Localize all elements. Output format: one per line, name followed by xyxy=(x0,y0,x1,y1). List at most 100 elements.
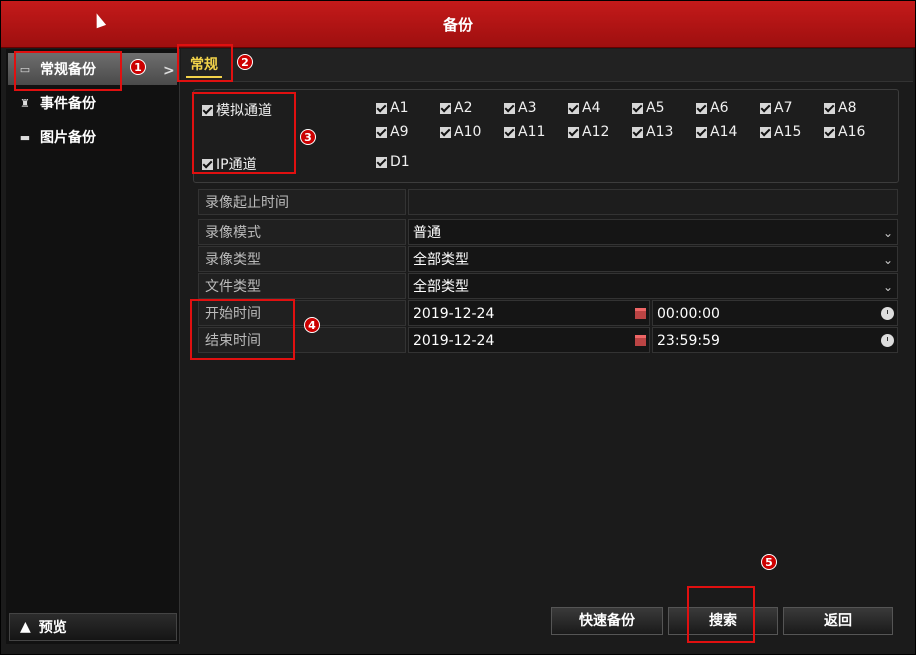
record-type-label: 录像类型 xyxy=(198,246,406,272)
channel-label: A5 xyxy=(646,100,665,116)
channel-checkbox-a7[interactable]: A7 xyxy=(760,100,792,116)
record-mode-value: 普通 xyxy=(413,225,441,241)
checkbox-checked-icon xyxy=(376,126,387,138)
channel-checkbox-a4[interactable]: A4 xyxy=(568,100,600,116)
channel-checkbox-a13[interactable]: A13 xyxy=(632,124,673,140)
channel-label: A4 xyxy=(582,100,601,116)
checkbox-checked-icon xyxy=(568,126,579,138)
preview-label: 预览 xyxy=(38,620,67,636)
end-time-row: 结束时间 2019-12-24 23:59:59 xyxy=(198,327,898,353)
channel-label: A2 xyxy=(454,100,473,116)
checkbox-checked-icon xyxy=(696,126,707,138)
annotation-number-2: 2 xyxy=(237,54,253,70)
calendar-icon[interactable] xyxy=(635,335,646,346)
record-type-value: 全部类型 xyxy=(413,252,469,268)
pin-icon: ♜ xyxy=(20,96,30,110)
channel-label: A16 xyxy=(838,124,866,140)
checkbox-checked-icon xyxy=(696,102,707,114)
file-type-row: 文件类型 全部类型 ⌄ xyxy=(198,273,898,299)
start-date-value: 2019-12-24 xyxy=(413,306,495,322)
channel-checkbox-a8[interactable]: A8 xyxy=(824,100,856,116)
checkbox-checked-icon xyxy=(760,102,771,114)
sidebar-item-picture-backup[interactable]: ▬ 图片备份 xyxy=(8,121,177,153)
annotation-number-4: 4 xyxy=(304,317,320,333)
channel-label: A11 xyxy=(518,124,546,140)
channel-checkbox-a15[interactable]: A15 xyxy=(760,124,801,140)
channel-label: A15 xyxy=(774,124,802,140)
annotation-number-3: 3 xyxy=(300,129,316,145)
channel-label: A14 xyxy=(710,124,738,140)
start-date-field[interactable]: 2019-12-24 xyxy=(408,300,650,326)
chevron-down-icon: ⌄ xyxy=(882,253,893,267)
channel-label: A6 xyxy=(710,100,729,116)
checkbox-checked-icon xyxy=(632,102,643,114)
channel-label: D1 xyxy=(390,154,410,170)
clock-icon[interactable] xyxy=(881,307,894,320)
record-mode-row: 录像模式 普通 ⌄ xyxy=(198,219,898,245)
checkbox-checked-icon xyxy=(440,102,451,114)
start-time-field[interactable]: 00:00:00 xyxy=(652,300,898,326)
checkbox-checked-icon xyxy=(440,126,451,138)
channel-checkbox-a10[interactable]: A10 xyxy=(440,124,481,140)
channel-label: A9 xyxy=(390,124,409,140)
quick-backup-button[interactable]: 快速备份 xyxy=(551,607,663,635)
tab-bar: 常规 xyxy=(181,49,913,82)
channel-checkbox-a14[interactable]: A14 xyxy=(696,124,737,140)
sidebar-item-label: 图片备份 xyxy=(40,130,96,146)
channel-checkbox-a12[interactable]: A12 xyxy=(568,124,609,140)
channel-label: A1 xyxy=(390,100,409,116)
channel-checkbox-a5[interactable]: A5 xyxy=(632,100,664,116)
checkbox-checked-icon xyxy=(632,126,643,138)
channel-checkbox-a6[interactable]: A6 xyxy=(696,100,728,116)
channel-checkbox-a1[interactable]: A1 xyxy=(376,100,408,116)
channel-checkbox-a9[interactable]: A9 xyxy=(376,124,408,140)
record-type-row: 录像类型 全部类型 ⌄ xyxy=(198,246,898,272)
channel-checkbox-a2[interactable]: A2 xyxy=(440,100,472,116)
record-time-field xyxy=(408,189,898,215)
record-time-row: 录像起止时间 xyxy=(198,189,898,215)
calendar-icon[interactable] xyxy=(635,308,646,319)
channel-label: A7 xyxy=(774,100,793,116)
chevron-right-icon: > xyxy=(163,63,175,79)
file-type-label: 文件类型 xyxy=(198,273,406,299)
record-type-select[interactable]: 全部类型 ⌄ xyxy=(408,246,898,272)
annotation-box-1 xyxy=(14,51,122,91)
channel-label: A3 xyxy=(518,100,537,116)
record-mode-select[interactable]: 普通 ⌄ xyxy=(408,219,898,245)
end-date-value: 2019-12-24 xyxy=(413,333,495,349)
start-time-value: 00:00:00 xyxy=(657,306,720,322)
channel-label: A10 xyxy=(454,124,482,140)
record-time-label: 录像起止时间 xyxy=(198,189,406,215)
sidebar-item-event-backup[interactable]: ♜ 事件备份 xyxy=(8,87,177,119)
clock-icon[interactable] xyxy=(881,334,894,347)
checkbox-checked-icon xyxy=(376,156,387,168)
annotation-box-4 xyxy=(190,299,295,360)
channel-checkbox-a3[interactable]: A3 xyxy=(504,100,536,116)
end-time-value: 23:59:59 xyxy=(657,333,720,349)
checkbox-checked-icon xyxy=(504,102,515,114)
annotation-box-2 xyxy=(177,44,233,82)
channel-checkbox-d1[interactable]: D1 xyxy=(376,154,410,170)
annotation-box-3 xyxy=(192,92,296,174)
end-time-field[interactable]: 23:59:59 xyxy=(652,327,898,353)
preview-button[interactable]: ▲ 预览 xyxy=(9,613,177,641)
channel-checkbox-a16[interactable]: A16 xyxy=(824,124,865,140)
sidebar-item-label: 事件备份 xyxy=(40,96,96,112)
back-button[interactable]: 返回 xyxy=(783,607,893,635)
checkbox-checked-icon xyxy=(376,102,387,114)
channel-selector: 模拟通道 IP通道 A1 A2 A3 A4 A5 A6 A7 A8 A9 A10… xyxy=(193,89,899,183)
end-date-field[interactable]: 2019-12-24 xyxy=(408,327,650,353)
title-bar: 备份 xyxy=(1,1,915,48)
annotation-box-5 xyxy=(687,586,755,643)
file-type-value: 全部类型 xyxy=(413,279,469,295)
chevron-down-icon: ⌄ xyxy=(882,226,893,240)
image-icon: ▬ xyxy=(19,130,31,144)
checkbox-checked-icon xyxy=(568,102,579,114)
file-type-select[interactable]: 全部类型 ⌄ xyxy=(408,273,898,299)
checkbox-checked-icon xyxy=(824,102,835,114)
record-mode-label: 录像模式 xyxy=(198,219,406,245)
annotation-number-5: 5 xyxy=(761,554,777,570)
checkbox-checked-icon xyxy=(760,126,771,138)
channel-checkbox-a11[interactable]: A11 xyxy=(504,124,545,140)
start-time-row: 开始时间 2019-12-24 00:00:00 xyxy=(198,300,898,326)
